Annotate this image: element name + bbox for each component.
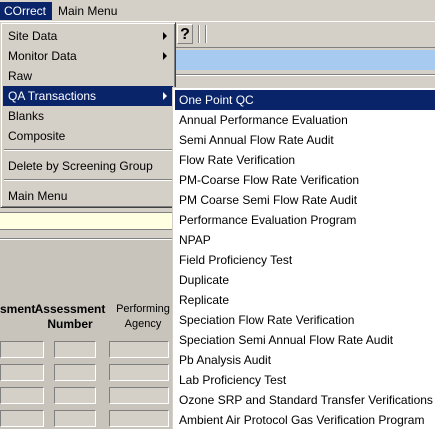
column-header-performing-agency-line2: Agency [124,318,162,330]
submenu-item-pm-coarse-flow-rate-verification[interactable]: PM-Coarse Flow Rate Verification [175,170,435,190]
grid-cell[interactable] [109,364,169,381]
submenu-item-annual-performance-evaluation[interactable]: Annual Performance Evaluation [175,110,435,130]
grid-cell[interactable] [0,387,44,404]
correct-dropdown-menu: Site Data Monitor Data Raw QA Transactio… [0,22,176,208]
menu-item-label: Main Menu [8,189,68,203]
grid-cell[interactable] [54,341,96,358]
toolbar-separator [205,25,207,43]
menu-item-qa-transactions[interactable]: QA Transactions [3,86,173,106]
grid-cell[interactable] [54,410,96,427]
submenu-item-replicate[interactable]: Replicate [175,290,435,310]
grid-cell[interactable] [54,387,96,404]
column-header-assessment-number-line1: Assessment [34,302,106,316]
menu-item-composite[interactable]: Composite [3,126,173,146]
menu-item-label: Delete by Screening Group [8,159,153,173]
menu-main-menu[interactable]: Main Menu [54,2,134,20]
grid-cell[interactable] [109,387,169,404]
submenu-arrow-icon [163,52,167,60]
menu-item-label: Composite [8,129,66,143]
qa-transactions-submenu: One Point QC Annual Performance Evaluati… [172,87,435,429]
grid-cell[interactable] [0,364,44,381]
toolbar-separator [198,25,200,43]
menu-separator [4,149,172,151]
toolbar [176,22,435,48]
menu-item-label: QA Transactions [8,89,97,103]
grid-cell[interactable] [109,341,169,358]
submenu-item-pb-analysis-audit[interactable]: Pb Analysis Audit [175,350,435,370]
menu-item-label: Monitor Data [8,49,77,63]
submenu-item-duplicate[interactable]: Duplicate [175,270,435,290]
menu-correct[interactable]: COrrect [0,2,52,20]
menu-item-blanks[interactable]: Blanks [3,106,173,126]
menu-item-label: Blanks [8,109,45,123]
submenu-item-flow-rate-verification[interactable]: Flow Rate Verification [175,150,435,170]
menu-item-raw[interactable]: Raw [3,66,173,86]
submenu-item-speciation-flow-rate-verification[interactable]: Speciation Flow Rate Verification [175,310,435,330]
submenu-arrow-icon [163,92,167,100]
divider [176,74,435,76]
grid-cell[interactable] [54,364,96,381]
menu-bar: COrrect Main Menu [0,0,435,22]
submenu-item-field-proficiency-test[interactable]: Field Proficiency Test [175,250,435,270]
submenu-item-speciation-semi-annual-flow-rate-audit[interactable]: Speciation Semi Annual Flow Rate Audit [175,330,435,350]
submenu-item-ambient-air-protocol-gas-verification[interactable]: Ambient Air Protocol Gas Verification Pr… [175,410,435,429]
menu-separator [4,179,172,181]
submenu-item-lab-proficiency-test[interactable]: Lab Proficiency Test [175,370,435,390]
application-window: COrrect Main Menu ? sment Assessment Num… [0,0,435,429]
menu-item-main-menu[interactable]: Main Menu [3,186,173,206]
submenu-item-performance-evaluation-program[interactable]: Performance Evaluation Program [175,210,435,230]
submenu-item-semi-annual-flow-rate-audit[interactable]: Semi Annual Flow Rate Audit [175,130,435,150]
grid-cell[interactable] [109,410,169,427]
menu-item-label: Raw [8,69,33,83]
menu-item-site-data[interactable]: Site Data [3,26,173,46]
submenu-item-npap[interactable]: NPAP [175,230,435,250]
submenu-arrow-icon [163,32,167,40]
menu-item-monitor-data[interactable]: Monitor Data [3,46,173,66]
submenu-item-ozone-srp-verifications[interactable]: Ozone SRP and Standard Transfer Verifica… [175,390,435,410]
grid-cell[interactable] [0,410,44,427]
column-header-performing-agency-line1: Performing [116,303,170,315]
column-header-assessment: sment [0,302,36,316]
grid-cell[interactable] [0,341,44,358]
menu-item-delete-by-screening-group[interactable]: Delete by Screening Group [3,156,173,176]
submenu-item-pm-coarse-semi-flow-rate-audit[interactable]: PM Coarse Semi Flow Rate Audit [175,190,435,210]
header-band [176,50,435,70]
help-button[interactable]: ? [177,24,193,44]
submenu-item-one-point-qc[interactable]: One Point QC [175,90,435,110]
menu-item-label: Site Data [8,29,58,43]
column-header-assessment-number-line2: Number [47,317,93,331]
